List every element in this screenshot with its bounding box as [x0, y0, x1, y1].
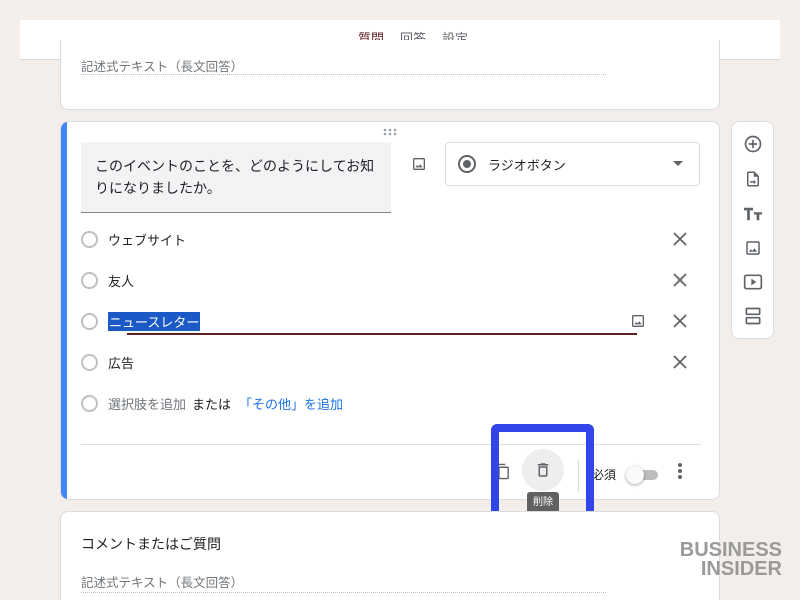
- remove-option-icon[interactable]: [669, 228, 691, 250]
- option-label[interactable]: 広告: [108, 353, 134, 372]
- option-label[interactable]: ウェブサイト: [108, 230, 186, 249]
- answer-line: [81, 592, 606, 593]
- answer-line: [81, 74, 606, 75]
- publisher-watermark-logo: BUSINESS INSIDER: [680, 540, 782, 580]
- or-label: または: [192, 397, 232, 413]
- radio-circle-icon: [81, 394, 98, 412]
- add-section-icon[interactable]: [741, 304, 765, 328]
- option-input-underline: [127, 333, 637, 335]
- radio-button-icon: [458, 155, 476, 173]
- long-answer-placeholder: 記述式テキスト（長文回答）: [81, 59, 244, 74]
- previous-question-card[interactable]: 記述式テキスト（長文回答）: [60, 40, 720, 110]
- add-image-icon[interactable]: [741, 236, 765, 260]
- remove-option-icon[interactable]: [669, 310, 691, 332]
- floating-toolbar: [731, 121, 774, 339]
- add-image-icon[interactable]: [407, 152, 431, 176]
- active-question-card[interactable]: このイベントのことを、どのようにしてお知りになりましたか。 ラジオボタン ウェブ…: [60, 121, 720, 500]
- next-question-card[interactable]: コメントまたはご質問 記述式テキスト（長文回答）: [60, 511, 720, 600]
- option-row[interactable]: 広告: [81, 347, 701, 377]
- drag-handle-icon[interactable]: [383, 128, 397, 137]
- option-image-icon[interactable]: [627, 310, 649, 332]
- radio-circle-icon: [81, 353, 98, 371]
- remove-option-icon[interactable]: [669, 351, 691, 373]
- more-options-icon[interactable]: [669, 460, 691, 482]
- import-questions-icon[interactable]: [741, 167, 765, 191]
- remove-option-icon[interactable]: [669, 269, 691, 291]
- radio-circle-icon: [81, 230, 98, 248]
- option-row[interactable]: 友人: [81, 265, 701, 295]
- radio-circle-icon: [81, 312, 98, 330]
- required-toggle[interactable]: [626, 465, 660, 485]
- dropdown-caret-icon: [673, 161, 683, 166]
- option-row-editing[interactable]: ニュースレター: [81, 306, 701, 336]
- watermark-line2: INSIDER: [700, 558, 782, 580]
- question-title-input[interactable]: このイベントのことを、どのようにしてお知りになりましたか。: [81, 142, 391, 213]
- option-label[interactable]: 友人: [108, 271, 134, 290]
- question-type-dropdown[interactable]: ラジオボタン: [445, 142, 700, 186]
- long-answer-placeholder: 記述式テキスト（長文回答）: [81, 575, 244, 590]
- active-indicator-bar: [61, 122, 67, 499]
- question-type-label: ラジオボタン: [488, 158, 566, 174]
- add-video-icon[interactable]: [741, 270, 765, 294]
- add-title-icon[interactable]: [741, 202, 765, 226]
- required-label: 必須: [592, 468, 617, 482]
- add-option-button[interactable]: 選択肢を追加: [108, 394, 186, 413]
- add-question-icon[interactable]: [741, 132, 765, 156]
- footer-divider: [81, 444, 701, 445]
- question-title: コメントまたはご質問: [81, 537, 221, 553]
- add-option-row: 選択肢を追加 または 「その他」を追加: [81, 388, 701, 418]
- radio-circle-icon: [81, 271, 98, 289]
- option-row[interactable]: ウェブサイト: [81, 224, 701, 254]
- add-other-link[interactable]: 「その他」を追加: [239, 394, 343, 413]
- option-input-selected[interactable]: ニュースレター: [108, 311, 201, 331]
